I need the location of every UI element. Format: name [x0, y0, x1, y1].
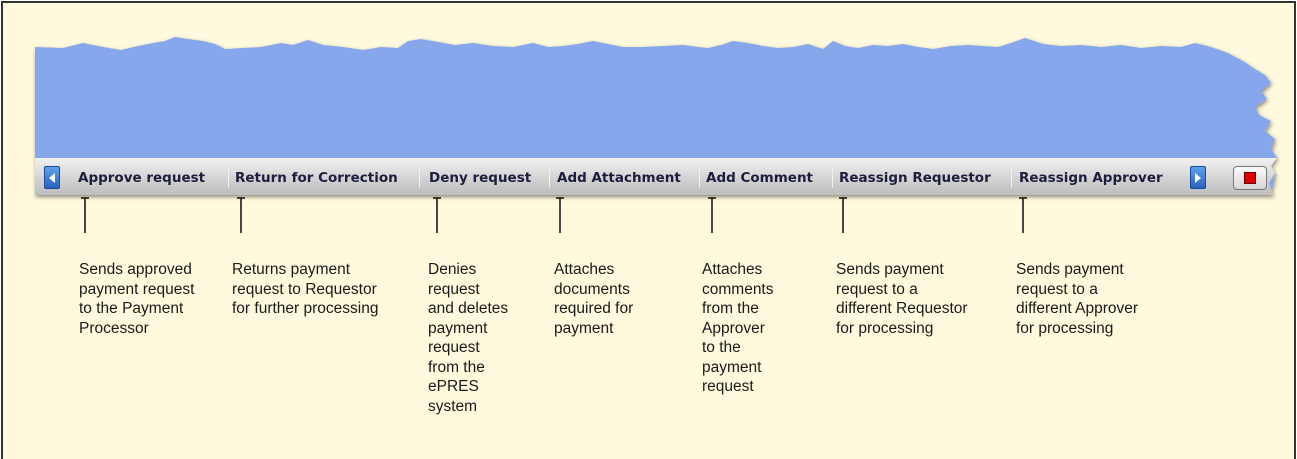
description-line: Denies [428, 261, 477, 278]
toolbar-separator [228, 168, 229, 188]
toolbar-separator [1011, 168, 1012, 188]
description-line: request to Requestor [232, 280, 377, 298]
description-line: system [428, 397, 478, 415]
description-line: payment [554, 319, 614, 337]
description-line: required for [554, 300, 634, 317]
description-line: different Approver [1016, 300, 1139, 317]
reassign-approver-description: Sends payment request to a different App… [1016, 260, 1138, 338]
callout-lines [81, 197, 1027, 233]
action-toolbar: Approve request Return for Correction De… [38, 160, 1268, 196]
description-line: Sends approved [79, 261, 192, 278]
description-line: for processing [836, 319, 934, 337]
description-line: different Requestor [836, 300, 968, 317]
description-line: Attaches [554, 261, 615, 278]
description-line: request [428, 339, 480, 356]
torn-screenshot-graphic [35, 37, 1277, 233]
description-line: Attaches [702, 261, 763, 278]
scroll-right-button[interactable] [1190, 166, 1206, 189]
scroll-left-button[interactable] [44, 166, 60, 189]
description-line: from the [702, 300, 759, 317]
description-line: to the Payment [79, 300, 184, 317]
toolbar-separator [699, 168, 700, 188]
description-line: request to a [1016, 280, 1098, 298]
description-line: to the [702, 339, 741, 356]
description-line: comments [702, 280, 774, 298]
description-line: payment [702, 358, 762, 376]
red-square-icon [1244, 172, 1256, 184]
description-line: for processing [1016, 319, 1114, 337]
reassign-approver-button[interactable]: Reassign Approver [1019, 167, 1163, 189]
add-comment-button[interactable]: Add Comment [706, 167, 813, 189]
return-for-correction-button[interactable]: Return for Correction [235, 167, 398, 189]
approve-request-description: Sends approved payment request to the Pa… [79, 260, 194, 338]
triangle-left-icon [49, 172, 55, 183]
description-line: from the [428, 358, 485, 376]
description-line: request to a [836, 280, 918, 298]
description-line: and deletes [428, 300, 509, 317]
reassign-requestor-button[interactable]: Reassign Requestor [839, 167, 991, 189]
add-attachment-description: Attaches documents required for payment [554, 260, 633, 338]
approve-request-button[interactable]: Approve request [78, 167, 205, 189]
description-line: payment request [79, 280, 195, 298]
deny-request-button[interactable]: Deny request [429, 167, 531, 189]
description-line: request [702, 378, 754, 395]
triangle-right-icon [1195, 172, 1201, 183]
toolbar-separator [549, 168, 550, 188]
add-attachment-button[interactable]: Add Attachment [557, 167, 681, 189]
diagram-frame: Approve request Return for Correction De… [1, 1, 1296, 459]
reassign-requestor-description: Sends payment request to a different Req… [836, 260, 968, 338]
description-line: documents [554, 280, 630, 298]
description-line: Processor [79, 319, 149, 337]
description-line: ePRES [428, 378, 479, 395]
description-line: payment [428, 319, 488, 337]
description-line: Sends payment [1016, 261, 1124, 278]
description-line: Approver [702, 319, 765, 337]
toolbar-separator [832, 168, 833, 188]
description-line: for further processing [232, 300, 379, 317]
description-line: Sends payment [836, 261, 944, 278]
stop-button[interactable] [1233, 166, 1267, 190]
return-for-correction-description: Returns payment request to Requestor for… [232, 260, 378, 319]
deny-request-description: Denies request and deletes payment reque… [428, 260, 508, 416]
description-line: Returns payment [232, 261, 351, 278]
toolbar-separator [419, 168, 420, 188]
add-comment-description: Attaches comments from the Approver to t… [702, 260, 774, 397]
description-line: request [428, 280, 480, 298]
